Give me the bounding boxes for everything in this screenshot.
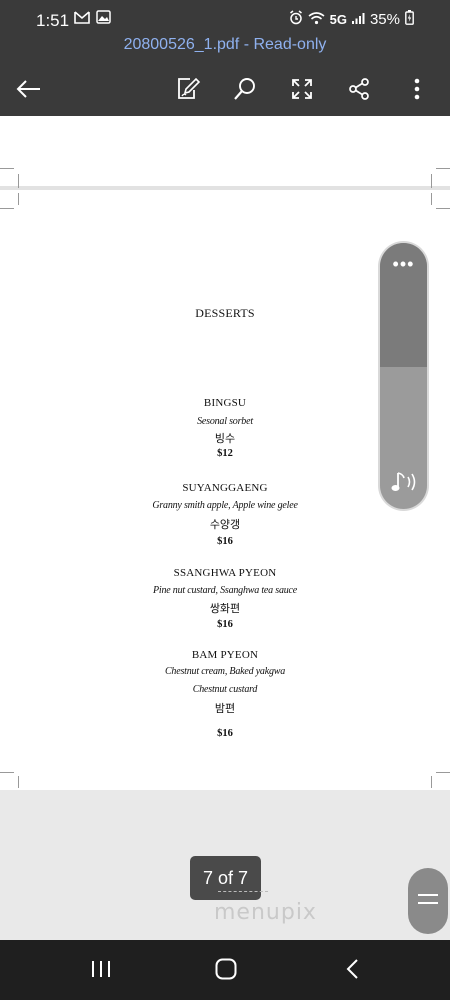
search-button[interactable] — [228, 72, 262, 106]
crop-mark — [431, 193, 432, 205]
crop-mark — [436, 772, 450, 773]
battery-icon — [405, 10, 414, 29]
menu-lines-icon — [417, 892, 439, 911]
wifi-icon — [308, 11, 325, 29]
search-icon — [232, 76, 258, 102]
alarm-icon — [289, 10, 303, 29]
page-indicator: 7 of 7 — [190, 856, 261, 900]
fullscreen-button[interactable] — [285, 72, 319, 106]
recents-button[interactable] — [84, 954, 118, 988]
menu-item-korean: 밤편 — [214, 702, 236, 715]
fullscreen-icon — [290, 77, 314, 101]
back-button[interactable] — [12, 72, 46, 106]
audio-icon[interactable] — [389, 469, 419, 495]
menu-item-description: Granny smith apple, Apple wine gelee — [152, 500, 298, 511]
network-type: 5G — [329, 12, 347, 27]
scroll-handle[interactable]: ••• — [380, 243, 427, 509]
top-bar: 1:51 5G 35% 20800526_1.pdf - Read-only — [0, 0, 450, 116]
scroller-more-icon[interactable]: ••• — [380, 255, 427, 273]
floating-menu-button[interactable] — [408, 868, 448, 934]
share-icon — [347, 77, 371, 101]
menu-item-description: Chestnut cream, Baked yakgwa — [164, 666, 286, 677]
crop-mark — [18, 193, 19, 205]
menu-item-price: $16 — [217, 619, 233, 630]
menu-item-price: $16 — [217, 728, 233, 739]
crop-mark — [431, 174, 432, 188]
menu-item-description: Chestnut custard — [192, 684, 258, 695]
crop-mark — [436, 168, 450, 169]
menu-item-name: SSANGHWA PYEON — [173, 567, 277, 579]
page-separator — [0, 186, 450, 190]
gallery-icon — [96, 10, 111, 29]
more-icon — [413, 77, 421, 101]
menu-item-description: Pine nut custard, Ssanghwa tea sauce — [152, 585, 298, 596]
watermark: menupix — [214, 900, 317, 925]
gmail-icon — [74, 10, 90, 29]
crop-mark — [0, 208, 14, 209]
crop-mark — [436, 208, 450, 209]
edit-button[interactable] — [171, 72, 205, 106]
navigation-bar — [0, 940, 450, 1000]
share-button[interactable] — [342, 72, 376, 106]
battery-percent: 35% — [369, 11, 400, 28]
status-bar: 1:51 5G 35% — [0, 0, 450, 40]
status-time: 1:51 — [36, 11, 70, 30]
menu-item-price: $16 — [217, 536, 233, 547]
menu-item-korean: 쌍화편 — [209, 602, 241, 615]
crop-mark — [0, 772, 14, 773]
document-title: 20800526_1.pdf - Read-only — [123, 36, 327, 53]
menu-item-korean: 수양갱 — [209, 518, 241, 531]
recents-icon — [90, 959, 112, 984]
app-bar — [0, 66, 450, 112]
home-button[interactable] — [209, 954, 243, 988]
edit-icon — [175, 76, 201, 102]
back-icon — [16, 79, 42, 99]
signal-icon — [351, 11, 365, 28]
crop-mark — [18, 776, 19, 788]
home-icon — [214, 957, 238, 986]
menu-item-name: BAM PYEON — [191, 649, 259, 661]
page-indicator-underline — [218, 891, 268, 892]
crop-mark — [431, 776, 432, 788]
back-nav-button[interactable] — [335, 954, 369, 988]
crop-mark — [18, 174, 19, 188]
back-nav-icon — [345, 958, 359, 985]
more-options-button[interactable] — [400, 72, 434, 106]
crop-mark — [0, 168, 14, 169]
